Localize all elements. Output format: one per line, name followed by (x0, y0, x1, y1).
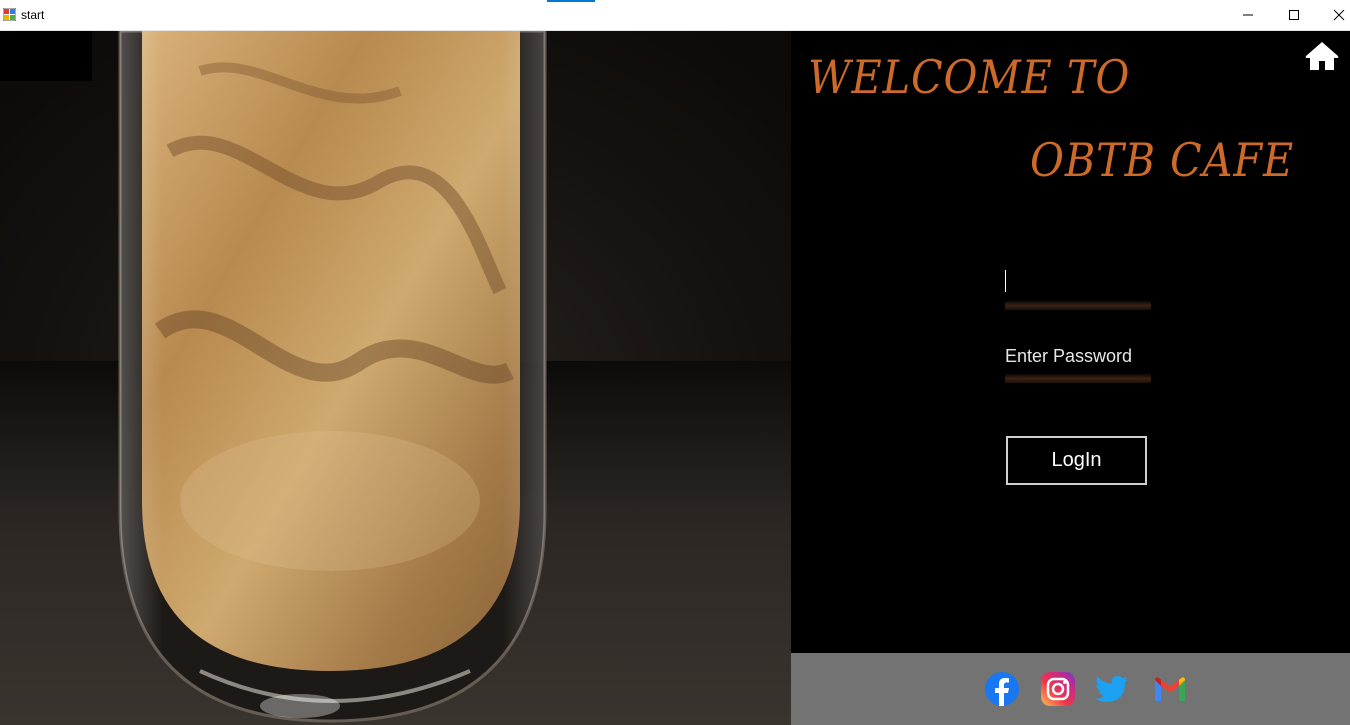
twitter-icon[interactable] (1094, 671, 1130, 707)
gmail-icon[interactable] (1152, 671, 1188, 707)
window-titlebar: start (0, 0, 1350, 31)
welcome-heading-line2: OBTB CAFE (1030, 133, 1295, 187)
minimize-button[interactable] (1225, 0, 1271, 30)
minimize-icon (1243, 14, 1253, 16)
username-input[interactable] (1005, 265, 1155, 299)
text-caret (1005, 270, 1006, 292)
instagram-icon[interactable] (1040, 671, 1076, 707)
close-icon (1333, 9, 1345, 21)
welcome-heading-line1: WELCOME TO (808, 50, 1131, 104)
password-input[interactable]: Enter Password (1005, 344, 1151, 368)
titlebar-accent-line (547, 0, 595, 2)
corner-block (0, 31, 92, 81)
close-button[interactable] (1316, 0, 1350, 30)
coffee-glass-image (0, 31, 791, 725)
login-button[interactable]: LogIn (1006, 436, 1147, 485)
maximize-icon (1289, 10, 1299, 20)
facebook-icon[interactable] (984, 671, 1020, 707)
login-panel (791, 31, 1350, 653)
app-icon (3, 8, 16, 21)
username-underline (1005, 300, 1151, 310)
password-underline (1005, 373, 1151, 383)
maximize-button[interactable] (1271, 0, 1317, 30)
window-title: start (21, 8, 45, 22)
home-icon[interactable] (1303, 40, 1341, 72)
